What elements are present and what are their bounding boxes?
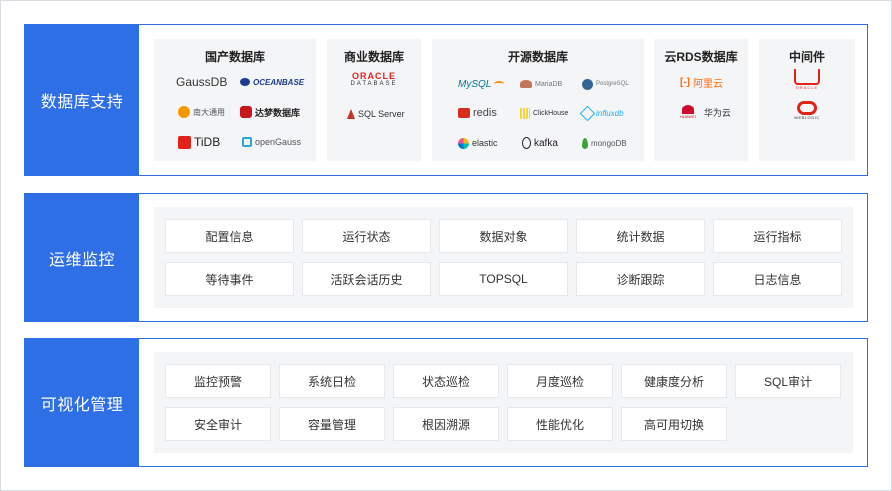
section-visual-management: 可视化管理 监控预警 系统日检 状态巡检 月度巡检 健康度分析 SQL审计 安全… [24, 338, 868, 467]
dameng-logo: 达梦数据库 [240, 103, 300, 121]
redis-icon [458, 108, 470, 118]
postgresql-logo: PostgreSQL [582, 75, 629, 93]
vis-item-health-analysis[interactable]: 健康度分析 [621, 364, 727, 398]
ops-item-run-metrics[interactable]: 运行指标 [713, 219, 842, 253]
middleware-icon [794, 69, 820, 85]
clickhouse-icon [520, 107, 530, 119]
ops-item-logs[interactable]: 日志信息 [713, 262, 842, 296]
vis-items: 监控预警 系统日检 状态巡检 月度巡检 健康度分析 SQL审计 安全审计 容量管… [154, 352, 853, 453]
vis-item-daily-check[interactable]: 系统日检 [279, 364, 385, 398]
gbase-logo: 南大通用 [178, 103, 225, 121]
mysql-logo: MySQL [458, 75, 505, 93]
influxdb-icon [579, 105, 596, 121]
section-label-db-support: 数据库支持 [25, 25, 139, 175]
weblogic-logo: WEBLOGIC [759, 101, 855, 120]
vis-item-state-inspection[interactable]: 状态巡检 [393, 364, 499, 398]
tidb-icon [178, 135, 191, 149]
section-label-ops: 运维监控 [25, 194, 139, 321]
db-group-title: 中间件 [788, 50, 825, 64]
influxdb-logo: influxdb [579, 104, 624, 122]
gbase-icon [178, 106, 190, 118]
db-group-commercial: 商业数据库 ORACLE DATABASE SQL Server [327, 39, 421, 161]
kafka-icon [522, 137, 531, 149]
elastic-logo: elastic [458, 134, 498, 152]
db-group-middleware: 中间件 ORACLE WEBLOGIC [759, 39, 855, 161]
gaussdb-logo: GaussDB [176, 75, 228, 89]
db-group-cloud-rds: 云RDS数据库 [-] 阿里云 HUAWEI 华为云 [654, 39, 748, 161]
sqlserver-icon [347, 109, 355, 119]
oceanbase-logo: OCEANBASE [240, 73, 304, 91]
section-ops-monitoring: 运维监控 配置信息 运行状态 数据对象 统计数据 运行指标 等待事件 活跃会话历… [24, 193, 868, 322]
db-group-title: 云RDS数据库 [664, 50, 738, 64]
oracle-middleware-logo: ORACLE [759, 69, 855, 90]
aliyun-icon: [-] [680, 76, 690, 88]
huawei-cloud-logo: HUAWEI 华为云 [680, 103, 731, 121]
oracle-database-logo: ORACLE DATABASE [350, 71, 398, 87]
sqlserver-logo: SQL Server [347, 105, 405, 123]
dameng-icon [240, 106, 252, 118]
opengauss-logo: openGauss [242, 133, 301, 151]
db-group-title: 开源数据库 [507, 50, 568, 64]
aliyun-logo: [-] 阿里云 [680, 76, 723, 90]
mongodb-logo: mongoDB [582, 134, 627, 152]
db-group-domestic: 国产数据库 GaussDB OCEANBASE 南大通用 达梦数据库 TiDB [154, 39, 316, 161]
leaf-icon [582, 137, 588, 149]
ops-item-ash[interactable]: 活跃会话历史 [302, 262, 431, 296]
db-groups: 国产数据库 GaussDB OCEANBASE 南大通用 达梦数据库 TiDB [154, 39, 855, 161]
seal-icon [520, 80, 532, 88]
vis-item-ha-switch[interactable]: 高可用切换 [621, 407, 727, 441]
section-label-vis: 可视化管理 [25, 339, 139, 466]
opengauss-icon [242, 137, 252, 147]
mariadb-logo: MariaDB [520, 75, 562, 93]
ops-item-wait-events[interactable]: 等待事件 [165, 262, 294, 296]
section-db-support: 数据库支持 国产数据库 GaussDB OCEANBASE 南大通用 达梦数据库 [24, 24, 868, 176]
db-group-title: 国产数据库 [204, 50, 265, 64]
vis-item-perf-tuning[interactable]: 性能优化 [507, 407, 613, 441]
db-group-opensource: 开源数据库 MySQL MariaDB PostgreSQL redis Cli… [432, 39, 644, 161]
elastic-icon [458, 137, 469, 149]
elephant-icon [582, 78, 593, 90]
tidb-logo: TiDB [178, 133, 220, 151]
ops-item-diag-trace[interactable]: 诊断跟踪 [576, 262, 705, 296]
huawei-icon [681, 105, 694, 114]
ops-item-statistics[interactable]: 统计数据 [576, 219, 705, 253]
ops-item-run-state[interactable]: 运行状态 [302, 219, 431, 253]
huawei-mark: HUAWEI [680, 105, 696, 119]
vis-item-security-audit[interactable]: 安全审计 [165, 407, 271, 441]
db-group-title: 商业数据库 [343, 50, 404, 64]
vis-item-alerts[interactable]: 监控预警 [165, 364, 271, 398]
redis-logo: redis [458, 104, 497, 122]
ops-item-topsql[interactable]: TOPSQL [439, 262, 568, 296]
clickhouse-logo: ClickHouse [520, 104, 568, 122]
ops-items: 配置信息 运行状态 数据对象 统计数据 运行指标 等待事件 活跃会话历史 TOP… [154, 207, 853, 308]
dolphin-icon [494, 81, 505, 87]
ops-item-data-objects[interactable]: 数据对象 [439, 219, 568, 253]
vis-item-root-cause[interactable]: 根因溯源 [393, 407, 499, 441]
kafka-logo: kafka [522, 134, 558, 152]
vis-item-monthly-inspection[interactable]: 月度巡检 [507, 364, 613, 398]
oceanbase-icon [240, 78, 250, 86]
vis-item-sql-audit[interactable]: SQL审计 [735, 364, 841, 398]
vis-item-capacity[interactable]: 容量管理 [279, 407, 385, 441]
weblogic-icon [797, 101, 817, 115]
ops-item-config[interactable]: 配置信息 [165, 219, 294, 253]
